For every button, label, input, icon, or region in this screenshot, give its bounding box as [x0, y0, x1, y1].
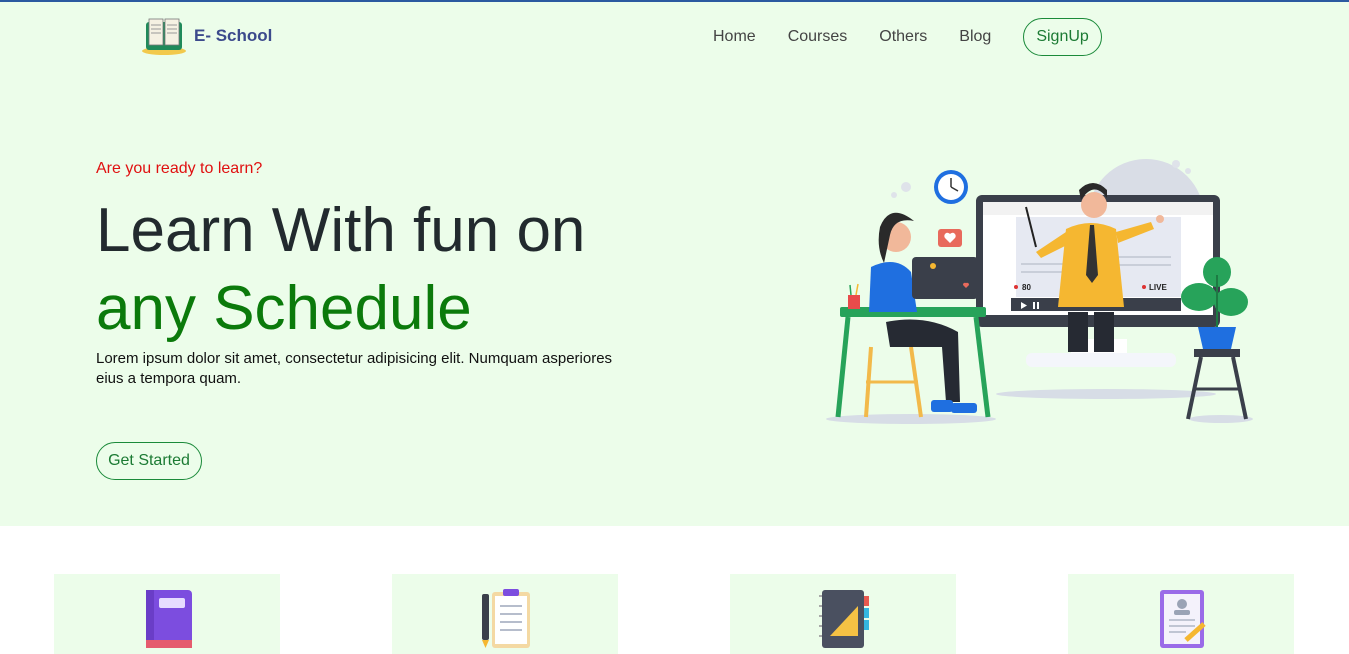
feature-card-4[interactable] [1068, 574, 1294, 654]
certificate-icon [1160, 590, 1206, 648]
heart-bubble-icon [938, 229, 962, 247]
feature-card-3[interactable] [730, 574, 956, 654]
logo[interactable]: E- School [140, 16, 272, 56]
clipboard-pen-icon [482, 589, 530, 648]
open-book-logo-icon [142, 18, 186, 55]
get-started-button[interactable]: Get Started [96, 442, 202, 480]
notebook-ruler-icon [819, 590, 869, 648]
nav-others[interactable]: Others [879, 28, 927, 46]
viewer-count: 80 [1022, 283, 1031, 292]
nav-courses[interactable]: Courses [788, 28, 848, 46]
hero-title-line2: any Schedule [96, 274, 472, 343]
hero-lead: Lorem ipsum dolor sit amet, consectetur … [96, 350, 613, 387]
hero-title-line1: Learn With fun on [96, 196, 586, 265]
brand-name: E- School [194, 26, 273, 45]
main-nav: Home Courses Others Blog SignUp [713, 18, 1102, 56]
hero-section: E- School Home Courses Others Blog SignU… [0, 2, 1349, 526]
clock-icon [934, 170, 968, 204]
book-icon [146, 590, 192, 648]
online-learning-illustration: 80 LIVE [826, 159, 1253, 424]
hero-kicker: Are you ready to learn? [96, 160, 263, 177]
live-label: LIVE [1149, 283, 1167, 292]
feature-card-2[interactable] [392, 574, 618, 654]
feature-card-1[interactable] [54, 574, 280, 654]
nav-blog[interactable]: Blog [959, 28, 991, 46]
student-figure [835, 212, 991, 418]
signup-button[interactable]: SignUp [1023, 18, 1102, 56]
nav-home[interactable]: Home [713, 28, 756, 46]
